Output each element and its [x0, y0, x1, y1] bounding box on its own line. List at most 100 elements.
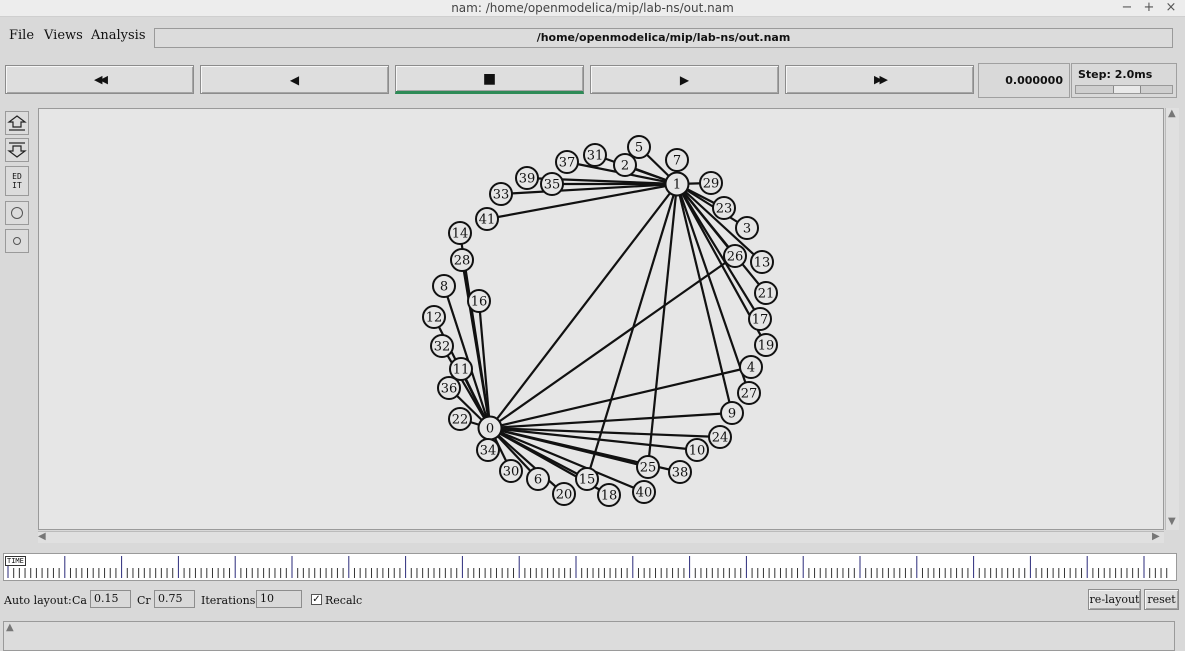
node-label: 36: [441, 382, 458, 397]
timeline[interactable]: TIME: [3, 553, 1177, 581]
node-12[interactable]: 12: [422, 305, 446, 329]
node-30[interactable]: 30: [499, 459, 523, 483]
play-button[interactable]: ▶: [590, 65, 779, 94]
node-27[interactable]: 27: [737, 381, 761, 405]
node-18[interactable]: 18: [597, 483, 621, 507]
step-slider-thumb[interactable]: [1113, 86, 1141, 93]
node-28[interactable]: 28: [450, 248, 474, 272]
maximize-button[interactable]: +: [1141, 0, 1157, 15]
stop-icon: ■: [482, 70, 497, 87]
tool-column: EDIT: [3, 108, 29, 540]
node-0[interactable]: 0: [477, 415, 503, 441]
node-4[interactable]: 4: [739, 355, 763, 379]
scroll-left-icon[interactable]: ◀: [38, 531, 46, 542]
node-40[interactable]: 40: [632, 480, 656, 504]
window-titlebar: nam: /home/openmodelica/mip/lab-ns/out.n…: [0, 0, 1185, 17]
cr-input[interactable]: 0.75: [154, 590, 195, 608]
link-1-25[interactable]: [646, 183, 679, 468]
node-19[interactable]: 19: [754, 333, 778, 357]
node-26[interactable]: 26: [723, 244, 747, 268]
rewind-button[interactable]: ◀◀: [5, 65, 194, 94]
node-label: 10: [689, 444, 706, 459]
iterations-input[interactable]: 10: [256, 590, 302, 608]
node-17[interactable]: 17: [748, 307, 772, 331]
node-9[interactable]: 9: [720, 401, 744, 425]
node-20[interactable]: 20: [552, 482, 576, 506]
scroll-up-icon[interactable]: ▲: [6, 622, 14, 633]
stop-button[interactable]: ■: [395, 65, 584, 94]
node-23[interactable]: 23: [712, 196, 736, 220]
zoom-out-icon: [7, 142, 27, 158]
relayout-button[interactable]: re-layout: [1088, 589, 1141, 610]
time-display: 0.000000: [978, 63, 1070, 98]
node-label: 39: [519, 172, 536, 187]
node-11[interactable]: 11: [449, 357, 473, 381]
menu-views[interactable]: Views: [44, 28, 83, 43]
horizontal-scrollbar[interactable]: ◀ ▶: [38, 531, 1164, 543]
ca-label: Ca: [72, 594, 87, 607]
zoom-in-icon: [7, 115, 27, 131]
node-22[interactable]: 22: [448, 407, 472, 431]
node-3[interactable]: 3: [735, 216, 759, 240]
fast-forward-button[interactable]: ▶▶: [785, 65, 974, 94]
node-5[interactable]: 5: [627, 135, 651, 159]
scroll-right-icon[interactable]: ▶: [1152, 531, 1160, 542]
node-38[interactable]: 38: [668, 460, 692, 484]
node-label: 34: [480, 444, 497, 459]
node-6[interactable]: 6: [526, 467, 550, 491]
link-0-26[interactable]: [489, 255, 736, 429]
scroll-up-icon[interactable]: ▲: [1168, 108, 1176, 119]
node-13[interactable]: 13: [750, 250, 774, 274]
annotation-pane[interactable]: ▲: [3, 621, 1175, 651]
node-10[interactable]: 10: [685, 438, 709, 462]
node-15[interactable]: 15: [575, 467, 599, 491]
small-node-button[interactable]: [5, 229, 29, 253]
node-32[interactable]: 32: [430, 334, 454, 358]
network-canvas[interactable]: 0 1 2 3 4 5 6 7 8 9 10 11 12 13 14 15 16 17 18 19 20 21 22 23 24…: [38, 108, 1164, 530]
node-1[interactable]: 1: [664, 171, 690, 197]
reset-button[interactable]: reset: [1144, 589, 1179, 610]
node-21[interactable]: 21: [754, 281, 778, 305]
node-label: 12: [426, 311, 443, 326]
node-label: 40: [636, 486, 653, 501]
node-35[interactable]: 35: [540, 172, 564, 196]
menu-file[interactable]: File: [9, 28, 34, 43]
step-control: Step: 2.0ms: [1071, 63, 1177, 98]
node-14[interactable]: 14: [448, 221, 472, 245]
node-34[interactable]: 34: [476, 438, 500, 462]
node-label: 14: [452, 227, 469, 242]
node-16[interactable]: 16: [467, 289, 491, 313]
node-37[interactable]: 37: [555, 150, 579, 174]
close-button[interactable]: ×: [1163, 0, 1179, 15]
ca-input[interactable]: 0.15: [90, 590, 131, 608]
node-25[interactable]: 25: [636, 455, 660, 479]
zoom-out-button[interactable]: [5, 138, 29, 162]
cr-label: Cr: [137, 594, 151, 607]
node-39[interactable]: 39: [515, 166, 539, 190]
scroll-down-icon[interactable]: ▼: [1168, 516, 1176, 527]
node-24[interactable]: 24: [708, 425, 732, 449]
recalc-checkbox[interactable]: ✓: [311, 594, 322, 605]
vertical-scrollbar[interactable]: ▲ ▼: [1165, 108, 1179, 530]
node-8[interactable]: 8: [432, 274, 456, 298]
node-36[interactable]: 36: [437, 376, 461, 400]
node-33[interactable]: 33: [489, 182, 513, 206]
node-41[interactable]: 41: [475, 207, 499, 231]
menu-analysis[interactable]: Analysis: [91, 28, 146, 43]
large-node-button[interactable]: [5, 201, 29, 225]
node-29[interactable]: 29: [699, 171, 723, 195]
step-slider[interactable]: [1075, 85, 1173, 94]
node-label: 31: [587, 149, 604, 164]
network-graph: 0123456789101112131415161718192021222324…: [422, 135, 778, 507]
step-back-button[interactable]: ◀: [200, 65, 389, 94]
node-label: 5: [635, 141, 643, 156]
zoom-in-button[interactable]: [5, 111, 29, 135]
node-7[interactable]: 7: [665, 148, 689, 172]
minimize-button[interactable]: −: [1119, 0, 1135, 15]
edit-button[interactable]: EDIT: [5, 166, 29, 196]
recalc-label: Recalc: [325, 594, 363, 607]
node-label: 0: [486, 422, 494, 437]
node-2[interactable]: 2: [613, 153, 637, 177]
node-31[interactable]: 31: [583, 143, 607, 167]
file-path-display: /home/openmodelica/mip/lab-ns/out.nam: [154, 28, 1173, 48]
